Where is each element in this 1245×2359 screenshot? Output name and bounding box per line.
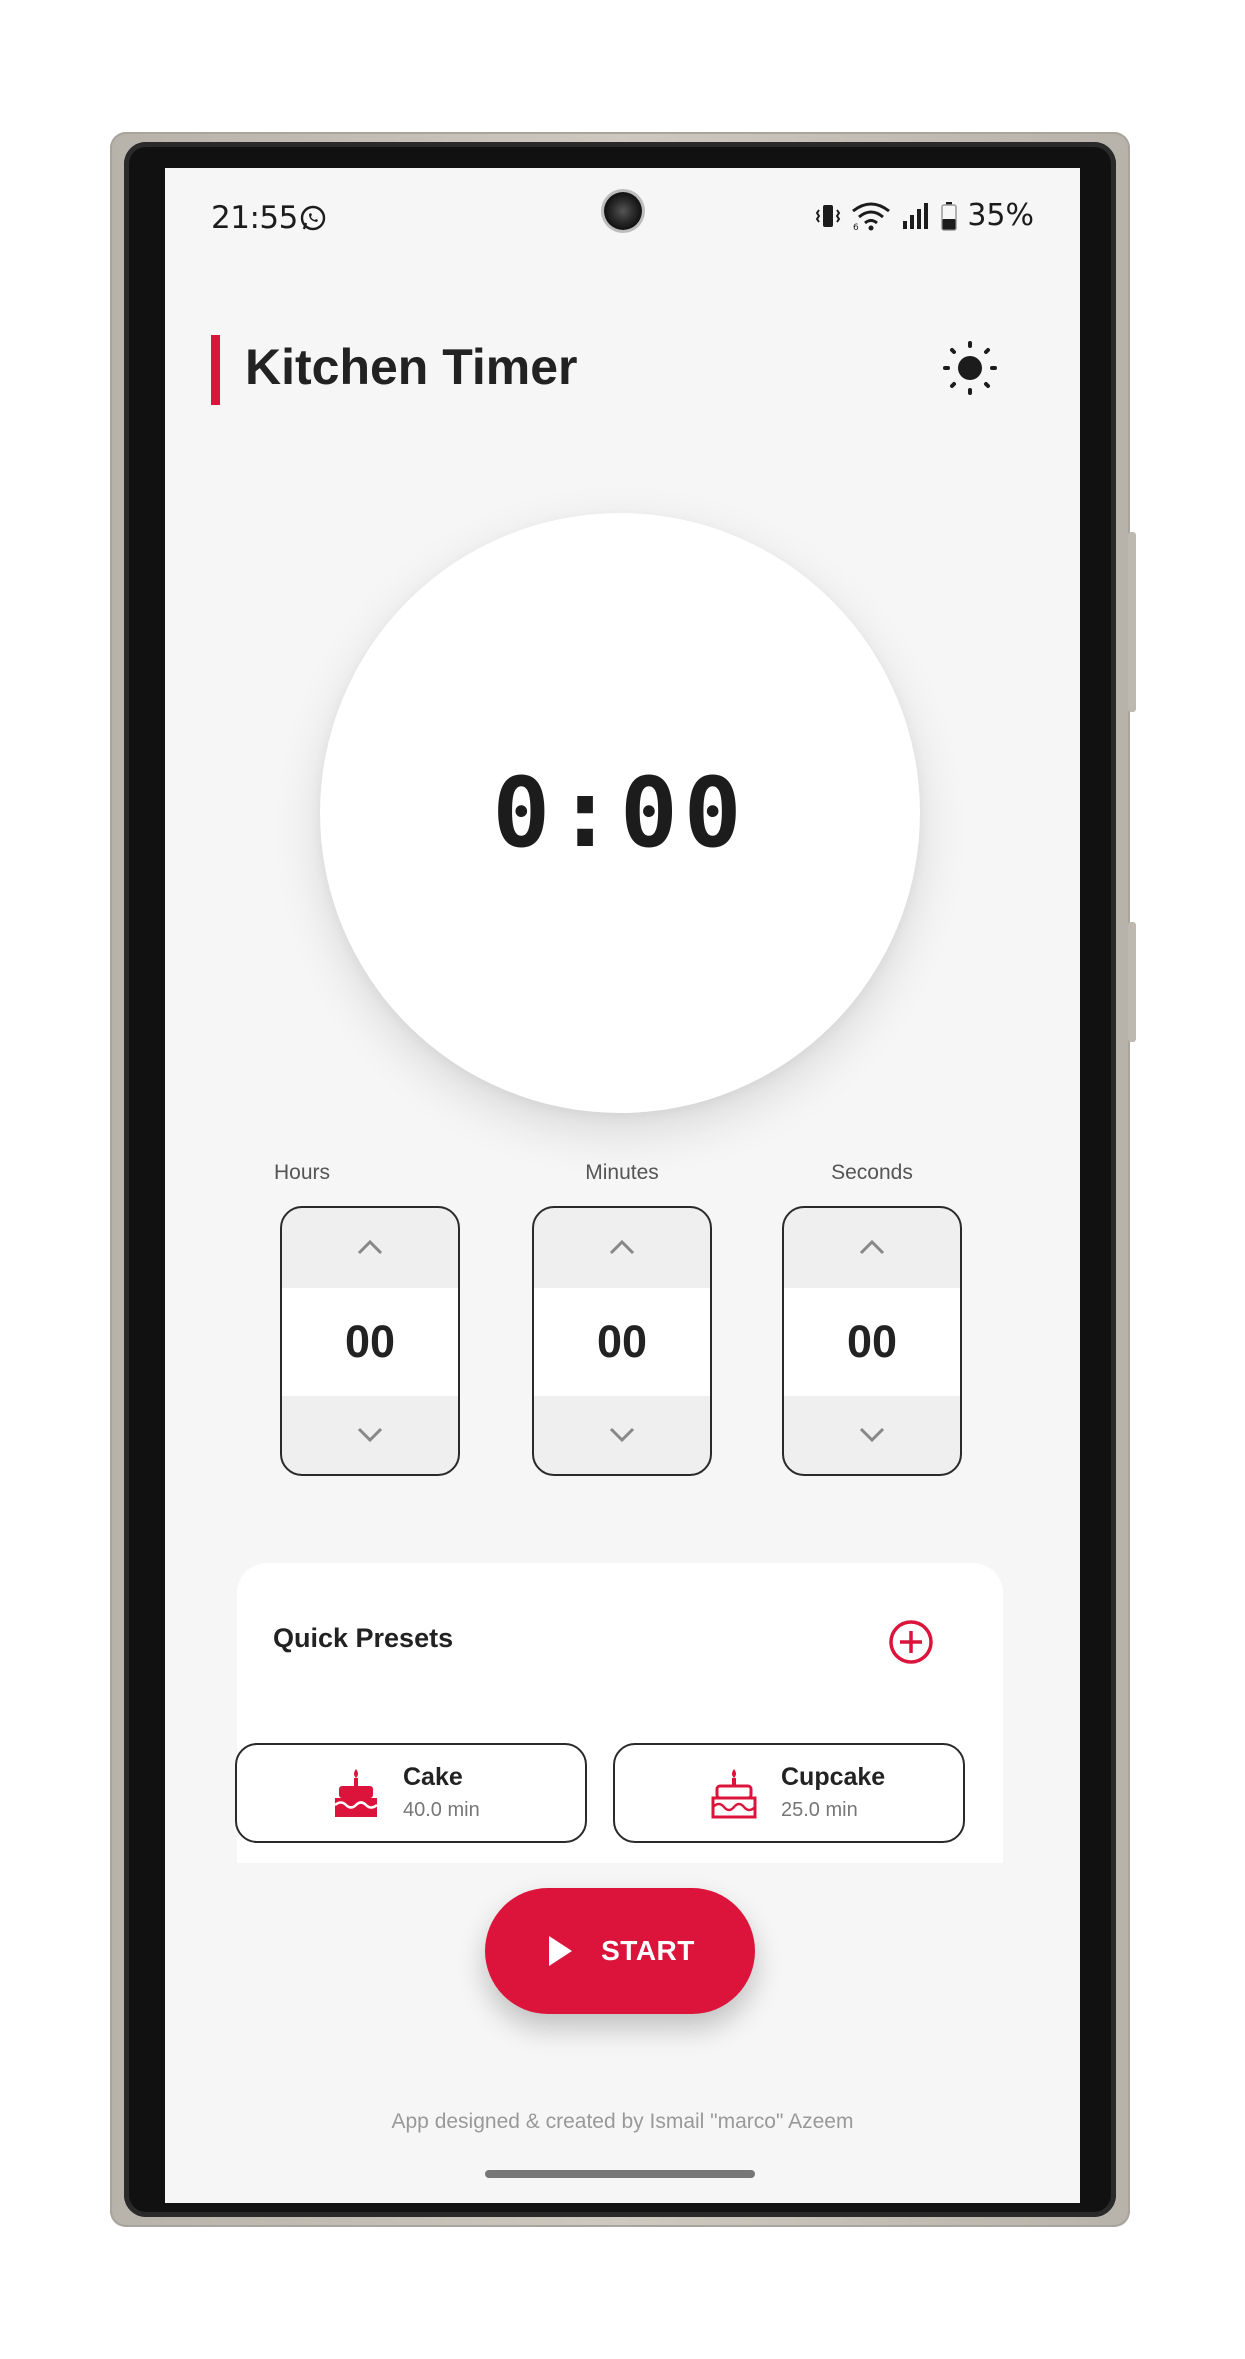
chevron-up-icon (859, 1239, 885, 1255)
chevron-down-icon (859, 1427, 885, 1443)
volume-button (1128, 532, 1136, 712)
preset-name: Cupcake (781, 1763, 886, 1791)
seconds-increment-button[interactable] (784, 1208, 960, 1286)
theme-toggle-button[interactable] (940, 338, 1000, 398)
seconds-picker[interactable]: 00 (782, 1206, 962, 1476)
hours-increment-button[interactable] (282, 1208, 458, 1286)
quick-presets-card: Quick Presets Cake 40.0 min Cupcake 25.0… (235, 1563, 1003, 1863)
wifi-icon: 6 (852, 202, 891, 231)
preset-name: Cake (403, 1763, 463, 1791)
minutes-increment-button[interactable] (534, 1208, 710, 1286)
vibrate-icon (816, 204, 841, 227)
battery-percent: 35% (967, 198, 1034, 233)
preset-cupcake[interactable]: Cupcake 25.0 min (613, 1743, 965, 1843)
add-circle-icon (889, 1620, 933, 1664)
title-accent-bar (211, 335, 220, 405)
hours-value[interactable]: 00 (282, 1288, 458, 1396)
quick-presets-title: Quick Presets (273, 1623, 454, 1653)
minutes-value[interactable]: 00 (534, 1288, 710, 1396)
preset-cake[interactable]: Cake 40.0 min (235, 1743, 587, 1843)
seconds-value[interactable]: 00 (784, 1288, 960, 1396)
chevron-down-icon (609, 1427, 635, 1443)
chevron-down-icon (357, 1427, 383, 1443)
chevron-up-icon (357, 1239, 383, 1255)
minutes-label: Minutes (585, 1161, 659, 1184)
seconds-decrement-button[interactable] (784, 1396, 960, 1474)
front-camera (604, 192, 642, 230)
preset-time: 40.0 min (403, 1799, 480, 1821)
power-button (1128, 922, 1136, 1042)
svg-text:6: 6 (853, 223, 859, 231)
add-preset-button[interactable] (887, 1618, 935, 1666)
hours-picker[interactable]: 00 (280, 1206, 460, 1476)
status-time: 21:55 (211, 200, 298, 236)
preset-time: 25.0 min (781, 1799, 858, 1821)
timer-display: 0:00 (492, 757, 748, 869)
battery-icon (941, 201, 958, 231)
minutes-picker[interactable]: 00 (532, 1206, 712, 1476)
seconds-label: Seconds (831, 1161, 913, 1184)
cupcake-icon (711, 1767, 757, 1824)
start-button-label: START (601, 1935, 695, 1966)
start-button[interactable]: START (485, 1888, 755, 2014)
cake-icon (333, 1767, 379, 1824)
play-icon (549, 1936, 573, 1966)
home-indicator[interactable] (485, 2170, 755, 2178)
hours-decrement-button[interactable] (282, 1396, 458, 1474)
status-icons: 6 35% (815, 198, 1034, 233)
hours-label: Hours (273, 1161, 331, 1184)
whatsapp-icon (299, 204, 327, 237)
signal-icon (903, 202, 929, 229)
page-title: Kitchen Timer (245, 339, 578, 395)
minutes-decrement-button[interactable] (534, 1396, 710, 1474)
footer-credit: App designed & created by Ismail "marco"… (391, 2110, 854, 2133)
timer-dial: 0:00 (320, 513, 920, 1113)
sun-icon (943, 341, 997, 395)
chevron-up-icon (609, 1239, 635, 1255)
app-screen: 21:55 6 35% Kitchen Timer 0:00 Hours Min… (165, 168, 1080, 2203)
